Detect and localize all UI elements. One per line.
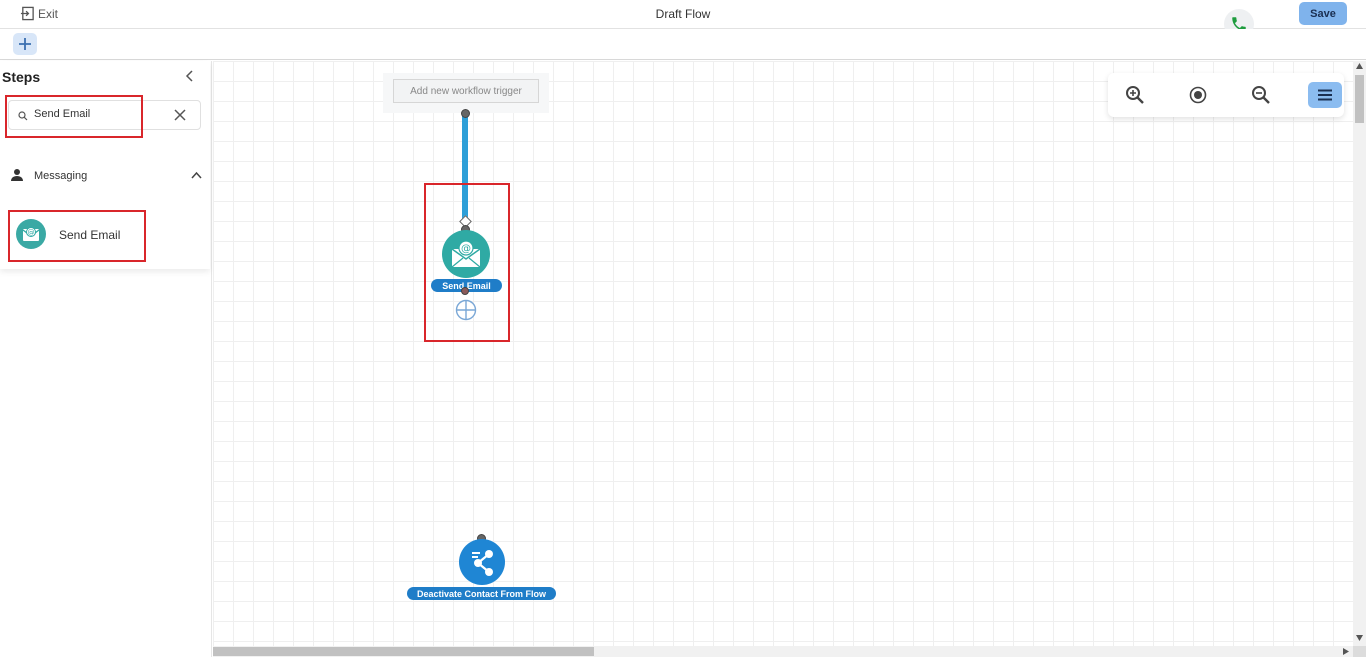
- deactivate-contact-node[interactable]: [459, 539, 505, 585]
- workflow-canvas[interactable]: Add new workflow trigger @ Send Email De…: [213, 61, 1353, 646]
- menu-button[interactable]: [1308, 82, 1342, 108]
- zoom-in-icon: [1126, 86, 1144, 104]
- chevron-up-icon[interactable]: [191, 171, 202, 179]
- scroll-up-icon[interactable]: [1356, 63, 1363, 69]
- vertical-scrollbar[interactable]: [1353, 61, 1366, 646]
- scroll-down-icon[interactable]: [1356, 635, 1363, 641]
- person-icon: [11, 169, 23, 181]
- deactivate-node-label: Deactivate Contact From Flow: [407, 587, 556, 600]
- steps-sidebar: Steps Messaging @ Send Email: [0, 61, 212, 657]
- hamburger-icon: [1318, 89, 1332, 101]
- zoom-in-button[interactable]: [1124, 84, 1146, 106]
- zoom-controls: [1108, 73, 1344, 117]
- save-button[interactable]: Save: [1299, 2, 1347, 25]
- node-highlight-box: [424, 183, 510, 342]
- top-bar: Exit Draft Flow Save: [0, 0, 1366, 39]
- steps-panel: Steps Messaging @ Send Email: [0, 61, 210, 269]
- plus-icon: [19, 38, 31, 50]
- search-highlight-box: [5, 95, 143, 138]
- zoom-out-icon: [1252, 86, 1270, 104]
- page-title: Draft Flow: [655, 7, 711, 21]
- target-icon: [1189, 86, 1207, 104]
- steps-title: Steps: [2, 69, 41, 85]
- horizontal-scrollbar[interactable]: [213, 646, 1353, 657]
- clear-search-icon[interactable]: [172, 107, 188, 123]
- collapse-sidebar-icon[interactable]: [183, 69, 197, 83]
- share-icon: [472, 550, 493, 576]
- scrollbar-corner: [1353, 646, 1366, 657]
- step-highlight-box: [8, 210, 146, 262]
- vertical-scroll-thumb[interactable]: [1355, 75, 1364, 123]
- category-label: Messaging: [34, 170, 88, 182]
- category-messaging[interactable]: Messaging: [0, 162, 210, 190]
- toolbar: [0, 29, 1366, 60]
- trigger-container: Add new workflow trigger: [383, 73, 549, 113]
- zoom-out-button[interactable]: [1250, 84, 1272, 106]
- add-step-button[interactable]: [13, 33, 37, 55]
- horizontal-scroll-thumb[interactable]: [213, 647, 594, 656]
- scroll-right-icon[interactable]: [1343, 648, 1349, 655]
- add-trigger-button[interactable]: Add new workflow trigger: [393, 79, 539, 103]
- connector-handle-top[interactable]: [461, 109, 470, 118]
- reset-view-button[interactable]: [1187, 84, 1209, 106]
